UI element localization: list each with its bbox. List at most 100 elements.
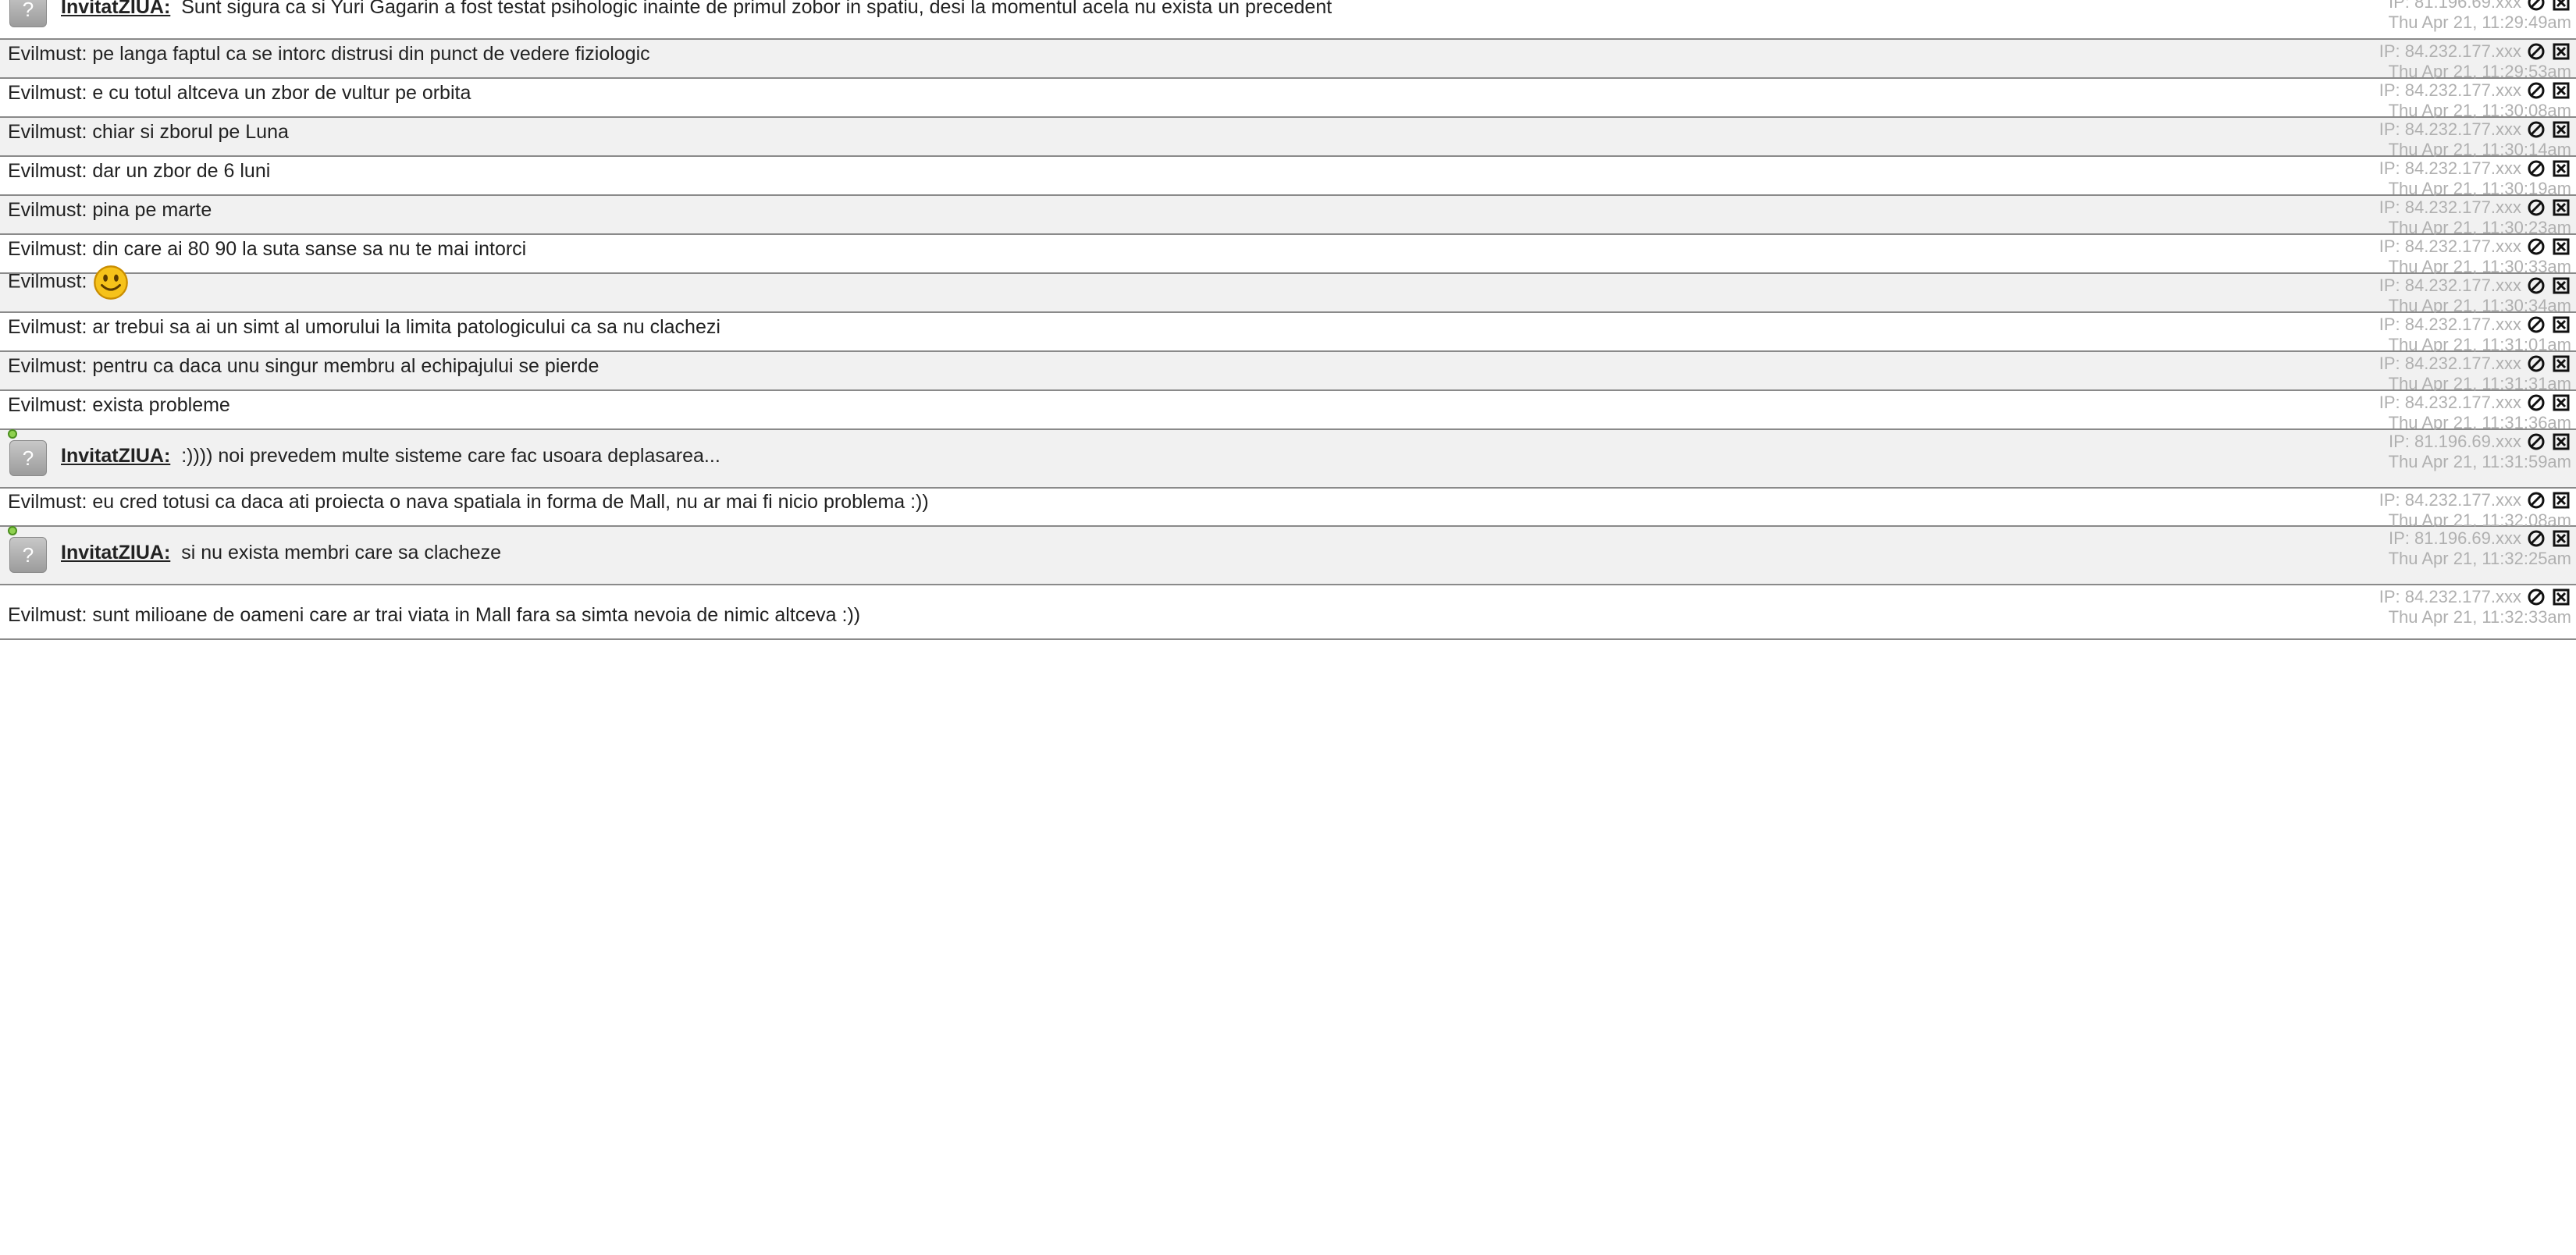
delete-icon[interactable]: [2551, 158, 2571, 179]
ban-icon[interactable]: [2526, 119, 2546, 140]
delete-icon[interactable]: [2551, 393, 2571, 413]
delete-icon[interactable]: [2551, 236, 2571, 257]
message-body: Evilmust:: [8, 270, 87, 293]
ip-address: IP: 84.232.177.xxx: [2379, 197, 2521, 217]
ip-address: IP: 84.232.177.xxx: [2379, 236, 2521, 256]
ban-icon[interactable]: [2526, 432, 2546, 452]
message-text: Evilmust: pentru ca daca unu singur memb…: [8, 354, 599, 379]
ip-address: IP: 84.232.177.xxx: [2379, 354, 2521, 373]
message-meta: IP: 81.196.69.xxx Thu Apr 21, 11:31:59am: [2389, 432, 2571, 472]
message-body: Evilmust: pentru ca daca unu singur memb…: [8, 355, 600, 377]
chat-message: IP: 84.232.177.xxx Thu Apr 21, 11:30:08a…: [0, 79, 2576, 120]
online-status-icon: [8, 429, 17, 439]
delete-icon[interactable]: [2551, 354, 2571, 374]
unknown-avatar-icon: ?: [9, 440, 47, 476]
message-body: Evilmust: dar un zbor de 6 luni: [8, 160, 271, 182]
message-text: Evilmust: chiar si zborul pe Luna: [8, 119, 289, 144]
ip-address: IP: 81.196.69.xxx: [2389, 432, 2521, 451]
message-text: InvitatZIUA: si nu exista membri care sa…: [61, 540, 501, 565]
author-link[interactable]: InvitatZIUA:: [61, 0, 170, 18]
delete-icon[interactable]: [2551, 587, 2571, 607]
ban-icon[interactable]: [2526, 158, 2546, 179]
chat-message: IP: 84.232.177.xxx Thu Apr 21, 11:30:19a…: [0, 157, 2576, 199]
message-meta: IP: 84.232.177.xxx Thu Apr 21, 11:30:33a…: [2379, 236, 2571, 277]
message-meta: IP: 84.232.177.xxx Thu Apr 21, 11:31:36a…: [2379, 393, 2571, 433]
ban-icon[interactable]: [2526, 276, 2546, 296]
ip-address: IP: 84.232.177.xxx: [2379, 315, 2521, 334]
ban-icon[interactable]: [2526, 393, 2546, 413]
message-body: Evilmust: e cu totul altceva un zbor de …: [8, 82, 471, 104]
ban-icon[interactable]: [2526, 528, 2546, 549]
ban-icon[interactable]: [2526, 80, 2546, 101]
message-text: InvitatZIUA: Sunt sigura ca si Yuri Gaga…: [61, 0, 1332, 20]
timestamp: Thu Apr 21, 11:31:59am: [2388, 452, 2571, 471]
delete-icon[interactable]: [2551, 490, 2571, 510]
message-text: Evilmust:: [8, 265, 129, 300]
message-body: Evilmust: exista probleme: [8, 394, 230, 416]
delete-icon[interactable]: [2551, 432, 2571, 452]
author-link[interactable]: InvitatZIUA:: [61, 445, 170, 467]
message-body: Evilmust: din care ai 80 90 la suta sans…: [8, 238, 527, 260]
message-text: Evilmust: din care ai 80 90 la suta sans…: [8, 236, 526, 261]
ban-icon[interactable]: [2526, 0, 2546, 12]
message-meta: IP: 84.232.177.xxx Thu Apr 21, 11:30:34a…: [2379, 276, 2571, 316]
delete-icon[interactable]: [2551, 119, 2571, 140]
chat-message: IP: 84.232.177.xxx Thu Apr 21, 11:31:01a…: [0, 313, 2576, 354]
ip-address: IP: 84.232.177.xxx: [2379, 587, 2521, 606]
message-meta: IP: 81.196.69.xxx Thu Apr 21, 11:29:49am: [2389, 0, 2571, 33]
ip-address: IP: 84.232.177.xxx: [2379, 80, 2521, 100]
ban-icon[interactable]: [2526, 236, 2546, 257]
smiley-icon: [94, 265, 129, 300]
chat-message: IP: 84.232.177.xxx Thu Apr 21, 11:30:34a…: [0, 265, 2576, 316]
message-meta: IP: 84.232.177.xxx Thu Apr 21, 11:29:53a…: [2379, 41, 2571, 82]
delete-icon[interactable]: [2551, 0, 2571, 12]
delete-icon[interactable]: [2551, 276, 2571, 296]
message-meta: IP: 84.232.177.xxx Thu Apr 21, 11:30:14a…: [2379, 119, 2571, 160]
chat-message: IP: 84.232.177.xxx Thu Apr 21, 11:31:31a…: [0, 352, 2576, 394]
message-body: Evilmust: chiar si zborul pe Luna: [8, 121, 289, 143]
message-meta: IP: 84.232.177.xxx Thu Apr 21, 11:32:33a…: [2379, 587, 2571, 628]
message-body: Sunt sigura ca si Yuri Gagarin a fost te…: [181, 0, 1332, 18]
chat-transcript: IP: 81.196.69.xxx Thu Apr 21, 11:29:49am…: [0, 0, 2576, 1255]
message-body: Evilmust: sunt milioane de oameni care a…: [8, 604, 861, 626]
message-meta: IP: 84.232.177.xxx Thu Apr 21, 11:31:31a…: [2379, 354, 2571, 394]
delete-icon[interactable]: [2551, 41, 2571, 62]
message-meta: IP: 84.232.177.xxx Thu Apr 21, 11:30:23a…: [2379, 197, 2571, 238]
timestamp: Thu Apr 21, 11:32:25am: [2388, 549, 2571, 568]
ban-icon[interactable]: [2526, 354, 2546, 374]
message-text: Evilmust: e cu totul altceva un zbor de …: [8, 80, 471, 105]
chat-message: IP: 81.196.69.xxx Thu Apr 21, 11:29:49am…: [0, 0, 2576, 40]
ban-icon[interactable]: [2526, 315, 2546, 335]
message-meta: IP: 84.232.177.xxx Thu Apr 21, 11:30:19a…: [2379, 158, 2571, 199]
message-text: InvitatZIUA: :)))) noi prevedem multe si…: [61, 443, 720, 468]
delete-icon[interactable]: [2551, 197, 2571, 218]
delete-icon[interactable]: [2551, 80, 2571, 101]
ban-icon[interactable]: [2526, 41, 2546, 62]
ban-icon[interactable]: [2526, 490, 2546, 510]
chat-message: IP: 84.232.177.xxx Thu Apr 21, 11:29:53a…: [0, 40, 2576, 82]
message-body: Evilmust: pina pe marte: [8, 199, 212, 221]
online-status-icon: [8, 526, 17, 535]
unknown-avatar-icon: ?: [9, 537, 47, 573]
delete-icon[interactable]: [2551, 315, 2571, 335]
timestamp: Thu Apr 21, 11:29:49am: [2388, 12, 2571, 32]
ip-address: IP: 84.232.177.xxx: [2379, 490, 2521, 510]
unknown-avatar-icon: ?: [9, 0, 47, 27]
ban-icon[interactable]: [2526, 587, 2546, 607]
ip-address: IP: 81.196.69.xxx: [2389, 0, 2521, 12]
ip-address: IP: 84.232.177.xxx: [2379, 276, 2521, 295]
message-meta: IP: 84.232.177.xxx Thu Apr 21, 11:32:08a…: [2379, 490, 2571, 531]
message-body: Evilmust: pe langa faptul ca se intorc d…: [8, 43, 650, 65]
message-meta: IP: 81.196.69.xxx Thu Apr 21, 11:32:25am: [2389, 528, 2571, 569]
message-text: Evilmust: dar un zbor de 6 luni: [8, 158, 270, 183]
ip-address: IP: 81.196.69.xxx: [2389, 528, 2521, 548]
message-body: Evilmust: ar trebui sa ai un simt al umo…: [8, 316, 720, 338]
chat-message: IP: 84.232.177.xxx Thu Apr 21, 11:30:33a…: [0, 235, 2576, 277]
delete-icon[interactable]: [2551, 528, 2571, 549]
message-text: Evilmust: exista probleme: [8, 393, 230, 418]
chat-message: IP: 84.232.177.xxx Thu Apr 21, 11:32:33a…: [0, 585, 2576, 640]
author-link[interactable]: InvitatZIUA:: [61, 542, 170, 564]
message-text: Evilmust: pina pe marte: [8, 197, 212, 222]
ban-icon[interactable]: [2526, 197, 2546, 218]
message-text: Evilmust: eu cred totusi ca daca ati pro…: [8, 489, 929, 514]
